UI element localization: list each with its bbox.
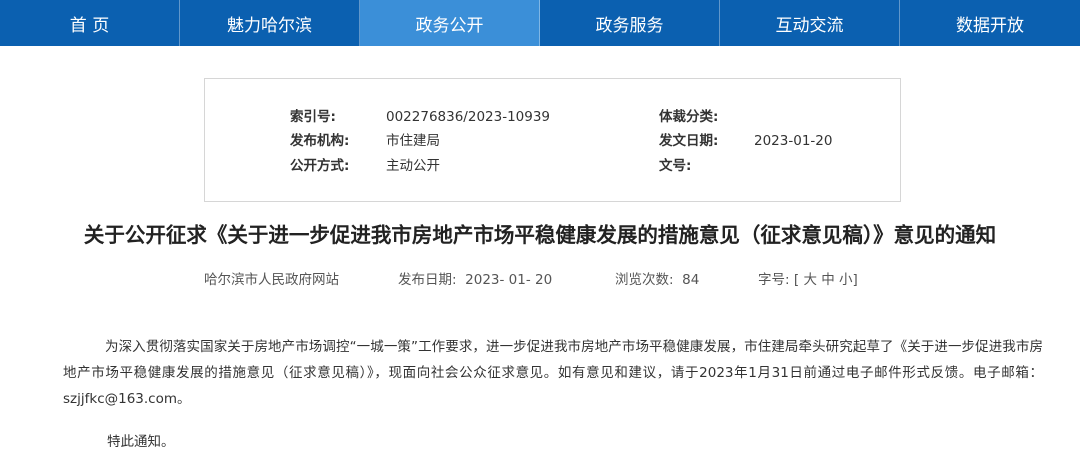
- publish-date: 发布日期: 2023- 01- 20: [398, 268, 552, 288]
- index-label: 索引号:: [290, 109, 336, 125]
- index-value: 002276836/2023-10939: [386, 109, 551, 125]
- issue-date-label: 发文日期:: [659, 133, 719, 149]
- nav-government-services[interactable]: 政务服务: [540, 0, 720, 46]
- meta-row-2: 发布机构: 市住建局 发文日期: 2023-01-20: [205, 131, 900, 151]
- font-bracket-close: ]: [852, 272, 858, 288]
- nav-open-data[interactable]: 数据开放: [900, 0, 1080, 46]
- article-title: 关于公开征求《关于进一步促进我市房地产市场平稳健康发展的措施意见（征求意见稿）》…: [83, 223, 997, 247]
- doc-number-label: 文号:: [659, 158, 692, 174]
- nav-interaction[interactable]: 互动交流: [720, 0, 900, 46]
- article-closing: 特此通知。: [107, 434, 175, 450]
- font-bracket-open: [: [793, 272, 800, 288]
- font-size-small-button[interactable]: 小: [839, 272, 853, 288]
- font-size-large-button[interactable]: 大: [803, 272, 817, 288]
- issue-date-value: 2023-01-20: [754, 133, 833, 149]
- nav-home[interactable]: 首 页: [0, 0, 180, 46]
- publisher-value: 市住建局: [386, 133, 440, 149]
- meta-row-1: 索引号: 002276836/2023-10939 体裁分类:: [205, 107, 900, 127]
- top-nav: 首 页 魅力哈尔滨 政务公开 政务服务 互动交流 数据开放: [0, 0, 1080, 46]
- open-mode-label: 公开方式:: [290, 158, 350, 174]
- publisher-label: 发布机构:: [290, 133, 350, 149]
- article-paragraph: 为深入贯彻落实国家关于房地产市场调控“一城一策”工作要求，进一步促进我市房地产市…: [63, 339, 1043, 407]
- nav-charm-harbin[interactable]: 魅力哈尔滨: [180, 0, 360, 46]
- publish-date-label: 发布日期:: [398, 272, 457, 288]
- font-size-label: 字号:: [758, 272, 790, 288]
- article-body: 为深入贯彻落实国家关于房地产市场调控“一城一策”工作要求，进一步促进我市房地产市…: [63, 334, 1043, 412]
- view-count-value: 84: [682, 272, 700, 288]
- nav-government-affairs-open[interactable]: 政务公开: [360, 0, 540, 46]
- font-size-switcher: 字号: [ 大 中 小]: [758, 268, 858, 288]
- open-mode-value: 主动公开: [386, 158, 440, 174]
- genre-label: 体裁分类:: [659, 109, 719, 125]
- font-size-medium-button[interactable]: 中: [821, 272, 835, 288]
- view-count: 浏览次数: 84: [615, 268, 699, 288]
- source-site: 哈尔滨市人民政府网站: [204, 272, 339, 288]
- meta-row-3: 公开方式: 主动公开 文号:: [205, 156, 900, 176]
- publish-date-value: 2023- 01- 20: [465, 272, 553, 288]
- view-count-label: 浏览次数:: [615, 272, 674, 288]
- document-meta-box: 索引号: 002276836/2023-10939 体裁分类: 发布机构: 市住…: [204, 78, 901, 202]
